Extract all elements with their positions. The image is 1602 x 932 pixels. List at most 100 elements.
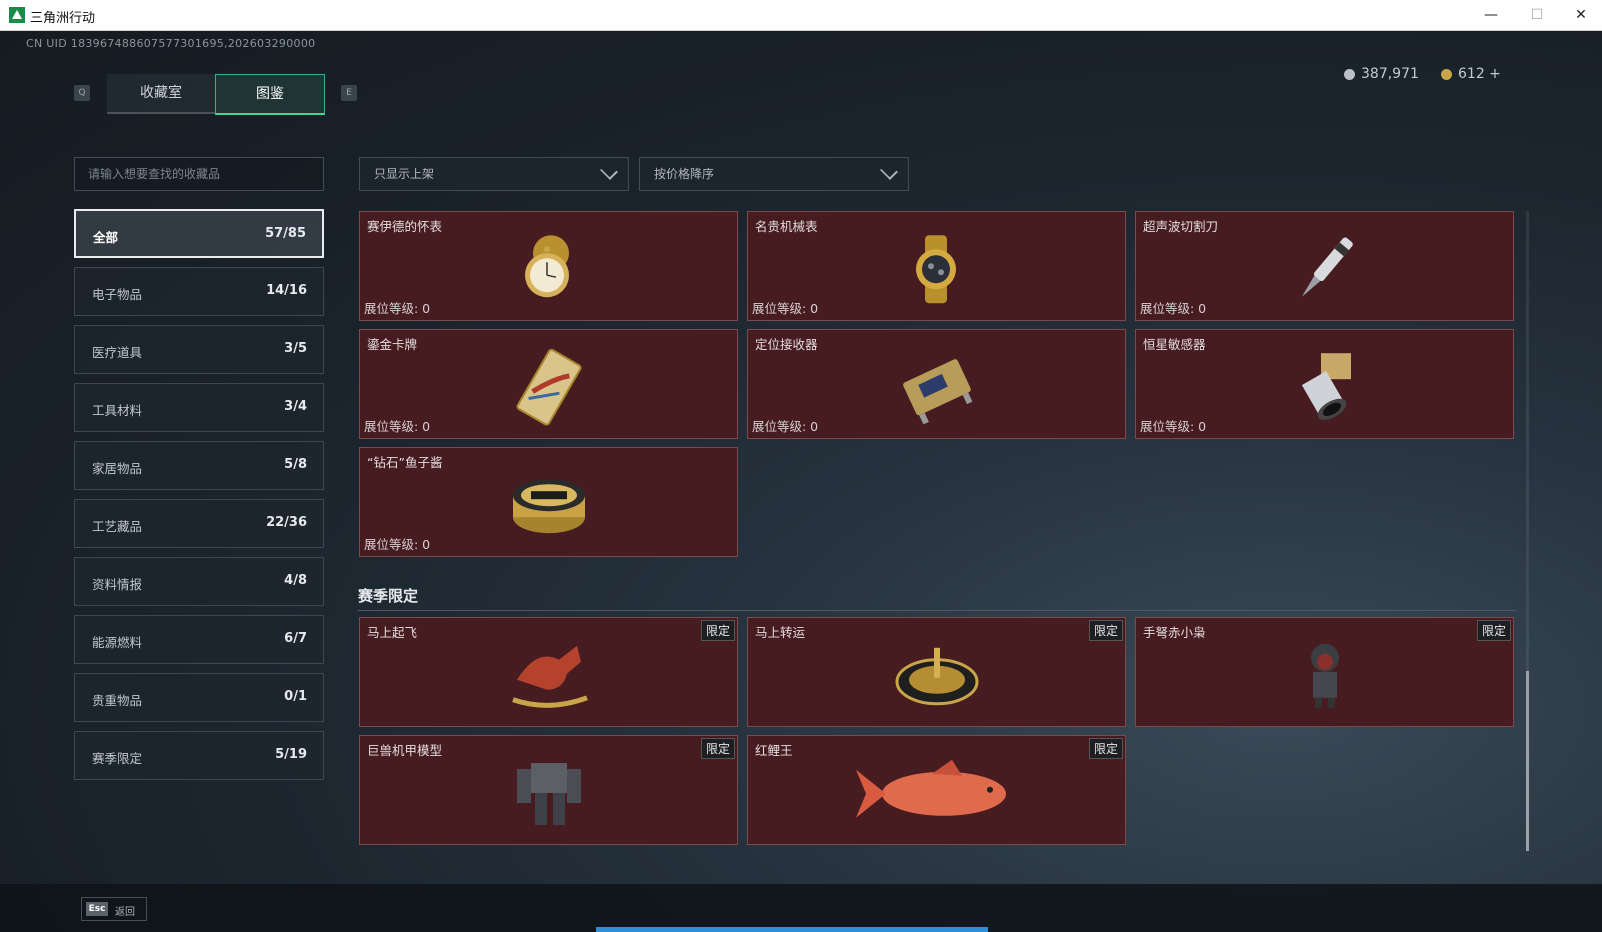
limited-badge: 限定 — [1088, 738, 1123, 759]
category-count: 6/7 — [284, 631, 307, 646]
display-level: 展位等级: 0 — [364, 419, 431, 434]
back-label: 返回 — [115, 907, 135, 918]
sort-dropdown[interactable]: 按价格降序 — [639, 157, 909, 191]
category-intel[interactable]: 资料情报 4/8 — [74, 557, 324, 606]
display-level: 展位等级: 0 — [752, 419, 819, 434]
gold-coin-icon — [1441, 68, 1452, 80]
shelf-filter-value: 只显示上架 — [374, 167, 435, 181]
item-card-hooded-figure[interactable]: 手弩赤小枭 限定 — [1135, 617, 1514, 727]
rocking-horse-icon — [511, 645, 588, 708]
back-button[interactable]: Esc 返回 — [81, 897, 147, 921]
item-card-star-sensor[interactable]: 恒星敏感器 展位等级: 0 — [1135, 329, 1514, 439]
item-card-rocking-horse[interactable]: 马上起飞 限定 — [359, 617, 738, 727]
ultrasonic-cutter-icon — [1301, 237, 1353, 297]
category-medical[interactable]: 医疗道具 3/5 — [74, 325, 324, 374]
tab-collection-room[interactable]: 收藏室 — [107, 74, 215, 114]
category-label: 赛季限定 — [92, 751, 143, 766]
item-card-locator-receiver[interactable]: 定位接收器 展位等级: 0 — [747, 329, 1126, 439]
season-section-title: 赛季限定 — [358, 587, 419, 605]
category-count: 3/5 — [284, 341, 307, 356]
item-card-wristwatch[interactable]: 名贵机械表 展位等级: 0 — [747, 211, 1126, 321]
category-all[interactable]: 全部 57/85 — [74, 209, 324, 258]
gilded-card-icon — [516, 348, 581, 426]
category-season-limited[interactable]: 赛季限定 5/19 — [74, 731, 324, 780]
uid-text: CN UID 1839674886075773016​95,2026032900… — [26, 37, 316, 50]
window-title: 三角洲行动 — [30, 11, 96, 26]
silver-amount: 387,971 — [1361, 66, 1419, 82]
section-divider — [358, 610, 1516, 611]
item-name: “钻石”鱼子酱 — [367, 455, 443, 470]
tab-catalog[interactable]: 图鉴 — [215, 74, 325, 115]
category-label: 贵重物品 — [92, 693, 143, 708]
item-card-gilded-card[interactable]: 鎏金卡牌 展位等级: 0 — [359, 329, 738, 439]
prev-tab-key-hint: Q — [74, 85, 90, 101]
app-logo-icon — [9, 7, 25, 23]
limited-badge: 限定 — [1088, 620, 1123, 641]
fortune-wheel-icon — [895, 647, 978, 706]
category-count: 3/4 — [284, 399, 307, 414]
item-name: 恒星敏感器 — [1143, 337, 1206, 352]
sort-value: 按价格降序 — [654, 167, 715, 181]
category-label: 电子物品 — [92, 287, 143, 302]
chevron-down-icon — [600, 162, 618, 180]
next-tab-key-hint: E — [341, 85, 357, 101]
scrollbar-thumb[interactable] — [1526, 671, 1529, 851]
category-valuables[interactable]: 贵重物品 0/1 — [74, 673, 324, 722]
category-household[interactable]: 家居物品 5/8 — [74, 441, 324, 490]
silver-coin-icon — [1344, 68, 1355, 80]
category-label: 医疗道具 — [92, 345, 143, 360]
search-input[interactable]: 请输入想要查找的收藏品 — [74, 157, 324, 191]
close-button[interactable]: ✕ — [1558, 0, 1602, 30]
chevron-down-icon — [880, 162, 898, 180]
item-name: 赛伊德的怀表 — [367, 219, 443, 234]
star-sensor-icon — [1301, 353, 1351, 420]
category-label: 资料情报 — [92, 577, 143, 592]
game-viewport: CN UID 1839674886075773016​95,2026032900… — [0, 31, 1602, 932]
category-tools[interactable]: 工具材料 3/4 — [74, 383, 324, 432]
category-label: 全部 — [93, 230, 119, 245]
esc-key-hint: Esc — [86, 902, 108, 916]
category-energy[interactable]: 能源燃料 6/7 — [74, 615, 324, 664]
window-titlebar: 三角洲行动 — ☐ ✕ — [0, 0, 1602, 31]
item-name: 手弩赤小枭 — [1143, 625, 1206, 640]
minimize-button[interactable]: — — [1468, 0, 1514, 30]
item-name: 巨兽机甲模型 — [367, 743, 443, 758]
item-name: 红鲤王 — [755, 743, 793, 758]
display-level: 展位等级: 0 — [364, 301, 431, 316]
silver-currency: 387,971 — [1344, 66, 1419, 82]
category-count: 5/8 — [284, 457, 307, 472]
caviar-tin-icon — [512, 479, 585, 534]
category-count: 22/36 — [266, 515, 307, 530]
gold-currency[interactable]: 612 + — [1441, 66, 1501, 82]
item-card-pocket-watch[interactable]: 赛伊德的怀表 展位等级: 0 — [359, 211, 738, 321]
category-count: 4/8 — [284, 573, 307, 588]
item-card-red-carp[interactable]: 红鲤王 限定 — [747, 735, 1126, 845]
bottom-bar — [0, 884, 1602, 932]
item-name: 名贵机械表 — [755, 219, 818, 234]
item-name: 鎏金卡牌 — [367, 337, 418, 352]
loading-bar — [596, 927, 988, 932]
limited-badge: 限定 — [1476, 620, 1511, 641]
item-name: 马上起飞 — [367, 625, 418, 640]
item-name: 定位接收器 — [755, 337, 818, 352]
pocket-watch-icon — [524, 235, 569, 298]
category-crafts[interactable]: 工艺藏品 22/36 — [74, 499, 324, 548]
shelf-filter-dropdown[interactable]: 只显示上架 — [359, 157, 629, 191]
maximize-button[interactable]: ☐ — [1514, 0, 1560, 30]
mech-model-icon — [516, 763, 581, 826]
wristwatch-icon — [915, 235, 956, 304]
gold-amount: 612 + — [1458, 66, 1501, 82]
red-carp-icon — [855, 759, 1006, 818]
category-count: 57/85 — [265, 226, 306, 241]
hooded-figure-icon — [1310, 643, 1339, 708]
display-level: 展位等级: 0 — [364, 537, 431, 552]
locator-receiver-icon — [902, 359, 972, 425]
item-card-ultrasonic-cutter[interactable]: 超声波切割刀 展位等级: 0 — [1135, 211, 1514, 321]
limited-badge: 限定 — [700, 738, 735, 759]
item-card-fortune-wheel[interactable]: 马上转运 限定 — [747, 617, 1126, 727]
item-card-mech-model[interactable]: 巨兽机甲模型 限定 — [359, 735, 738, 845]
display-level: 展位等级: 0 — [1140, 301, 1207, 316]
tab-bar: 收藏室 图鉴 — [107, 74, 325, 115]
category-electronics[interactable]: 电子物品 14/16 — [74, 267, 324, 316]
item-card-caviar[interactable]: “钻石”鱼子酱 展位等级: 0 — [359, 447, 738, 557]
